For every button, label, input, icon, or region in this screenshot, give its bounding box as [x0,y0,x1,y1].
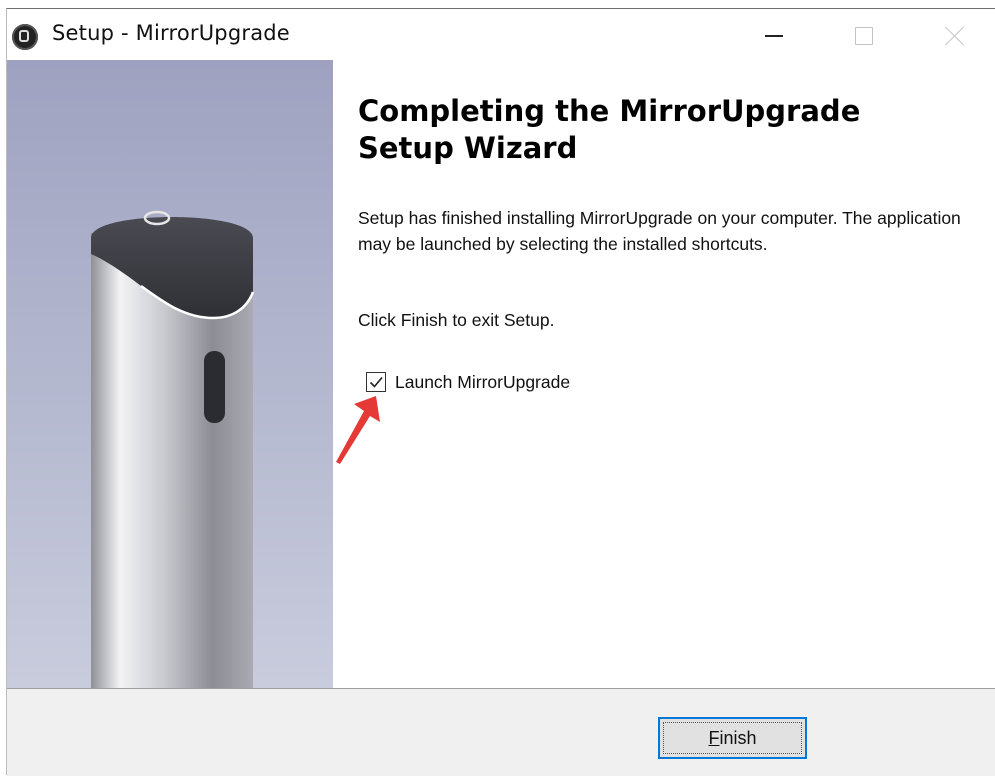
maximize-button [841,14,887,58]
finish-label: inish [719,727,757,748]
finish-button[interactable]: Finish [658,717,807,759]
page-title: Completing the MirrorUpgrade Setup Wizar… [358,94,861,165]
title-bar[interactable]: Setup - MirrorUpgrade [7,9,995,60]
completion-message: Setup has finished installing MirrorUpgr… [358,208,961,254]
launch-checkbox[interactable] [366,372,386,392]
finish-accelerator: F [708,727,720,748]
window-title: Setup - MirrorUpgrade [52,21,290,45]
wizard-side-image [7,60,333,688]
wizard-content: Completing the MirrorUpgrade Setup Wizar… [333,60,995,688]
maximize-icon [855,27,873,45]
minimize-icon [765,35,783,37]
device-illustration [91,210,255,688]
launch-checkbox-label[interactable]: Launch MirrorUpgrade [395,372,570,393]
setup-app-icon [12,24,38,50]
checkmark-icon [369,376,383,388]
launch-checkbox-row[interactable]: Launch MirrorUpgrade [366,369,570,395]
button-bar: Finish [7,689,995,776]
close-icon [945,26,965,46]
exit-instruction: Click Finish to exit Setup. [358,310,555,330]
close-button [932,14,978,58]
red-arrow-icon [336,396,380,464]
minimize-button[interactable] [751,14,797,58]
setup-window: Setup - MirrorUpgrade Completing the Mir… [6,8,995,776]
